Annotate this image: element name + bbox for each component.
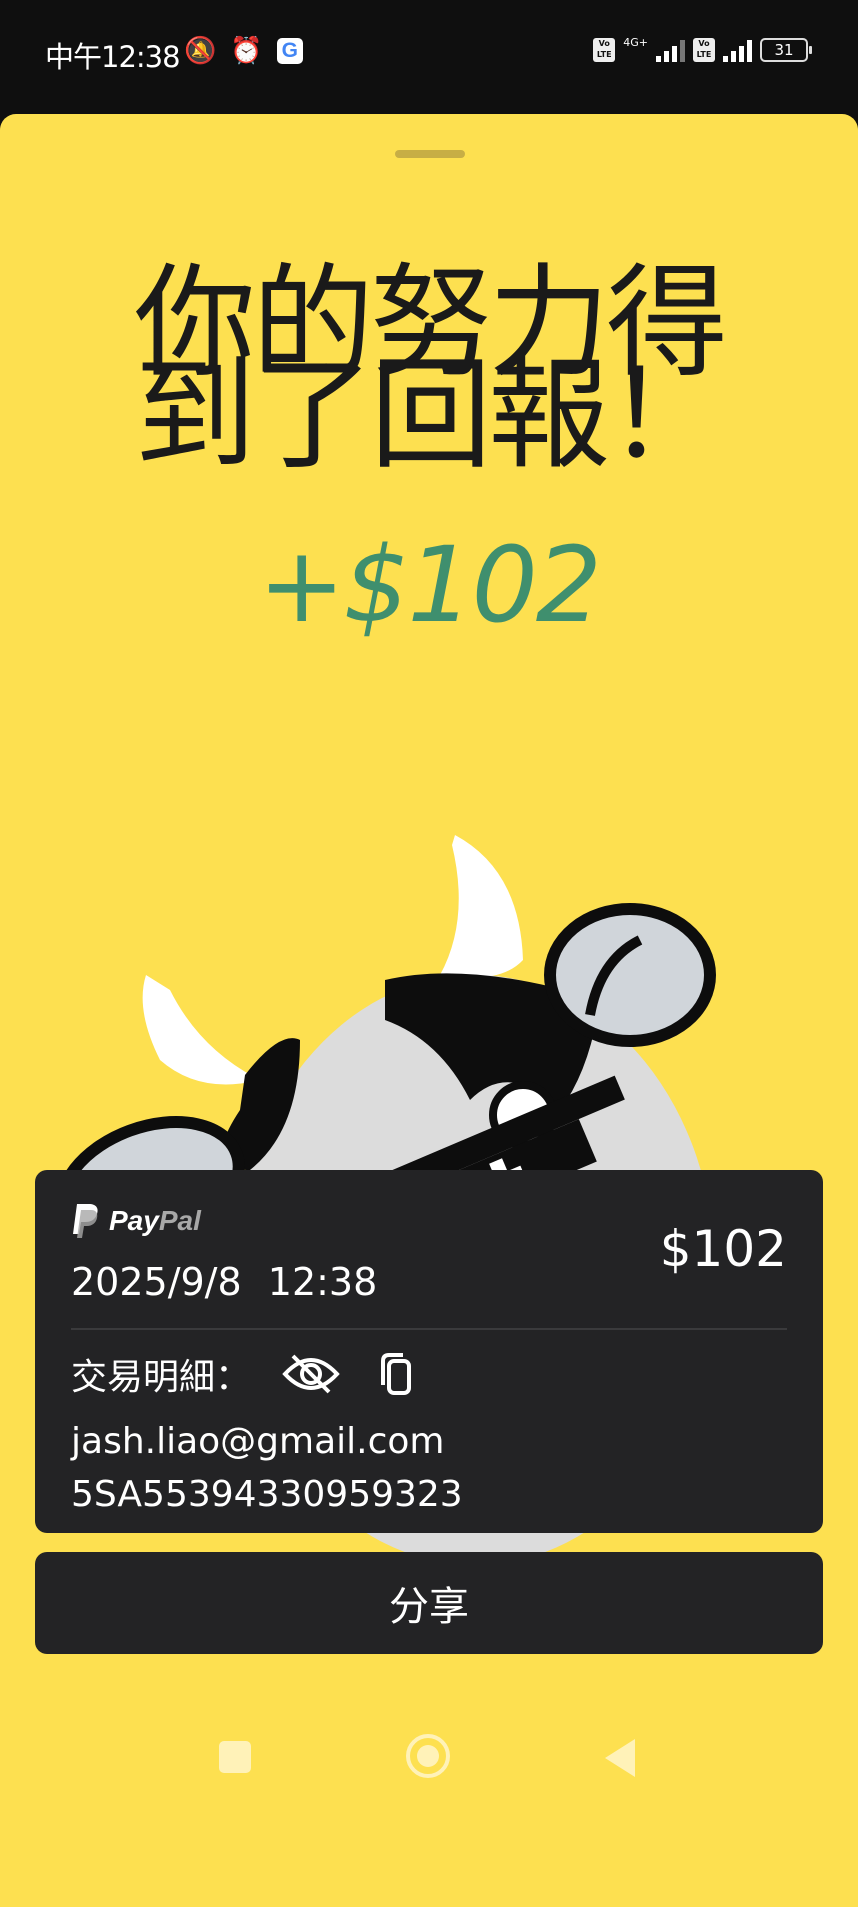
right-ear [544, 903, 716, 1047]
paypal-pay: Pay [109, 1205, 159, 1236]
paypal-icon [73, 1204, 98, 1238]
system-nav-bar [0, 1710, 858, 1790]
copy-icon[interactable] [377, 1351, 417, 1397]
signal-icon [723, 38, 752, 62]
transaction-id: 5SA55394330959323 [71, 1474, 463, 1515]
eye-off-icon[interactable] [281, 1352, 341, 1396]
network-type: 4G+ [623, 35, 648, 49]
share-button[interactable]: 分享 [35, 1552, 823, 1654]
details-label: 交易明細： [71, 1357, 252, 1398]
paypal-logo: PayPal [71, 1204, 201, 1238]
volte-icon: Vo LTE [693, 38, 715, 62]
google-icon: G [276, 38, 303, 64]
right-horn [440, 835, 523, 978]
transaction-card: PayPal $102 2025/9/8 12:38 交易明細： jash.li… [35, 1170, 823, 1533]
status-time: 中午12:38 [45, 40, 181, 74]
volte-icon: Vo LTE [593, 38, 616, 62]
signal-icon [656, 38, 685, 62]
paypal-pal: Pal [158, 1205, 201, 1236]
alarm-icon: ⏰ [230, 36, 263, 66]
left-horn [142, 975, 260, 1085]
transaction-time: 12:38 [267, 1260, 378, 1304]
status-bar: 中午12:38 🔕 ⏰ G Vo LTE 4G+ Vo LTE 31 [0, 0, 858, 114]
back-icon[interactable] [605, 1739, 635, 1777]
home-icon[interactable] [406, 1734, 450, 1778]
transaction-amount: $102 [659, 1220, 787, 1278]
vibrate-off-icon: 🔕 [184, 36, 217, 66]
transaction-date: 2025/9/8 [71, 1260, 242, 1304]
transaction-datetime: 2025/9/8 12:38 [71, 1260, 377, 1304]
battery-icon: 31 [760, 38, 812, 62]
recents-icon[interactable] [219, 1741, 251, 1773]
payer-email: jash.liao@gmail.com [71, 1421, 445, 1462]
divider [71, 1328, 787, 1330]
